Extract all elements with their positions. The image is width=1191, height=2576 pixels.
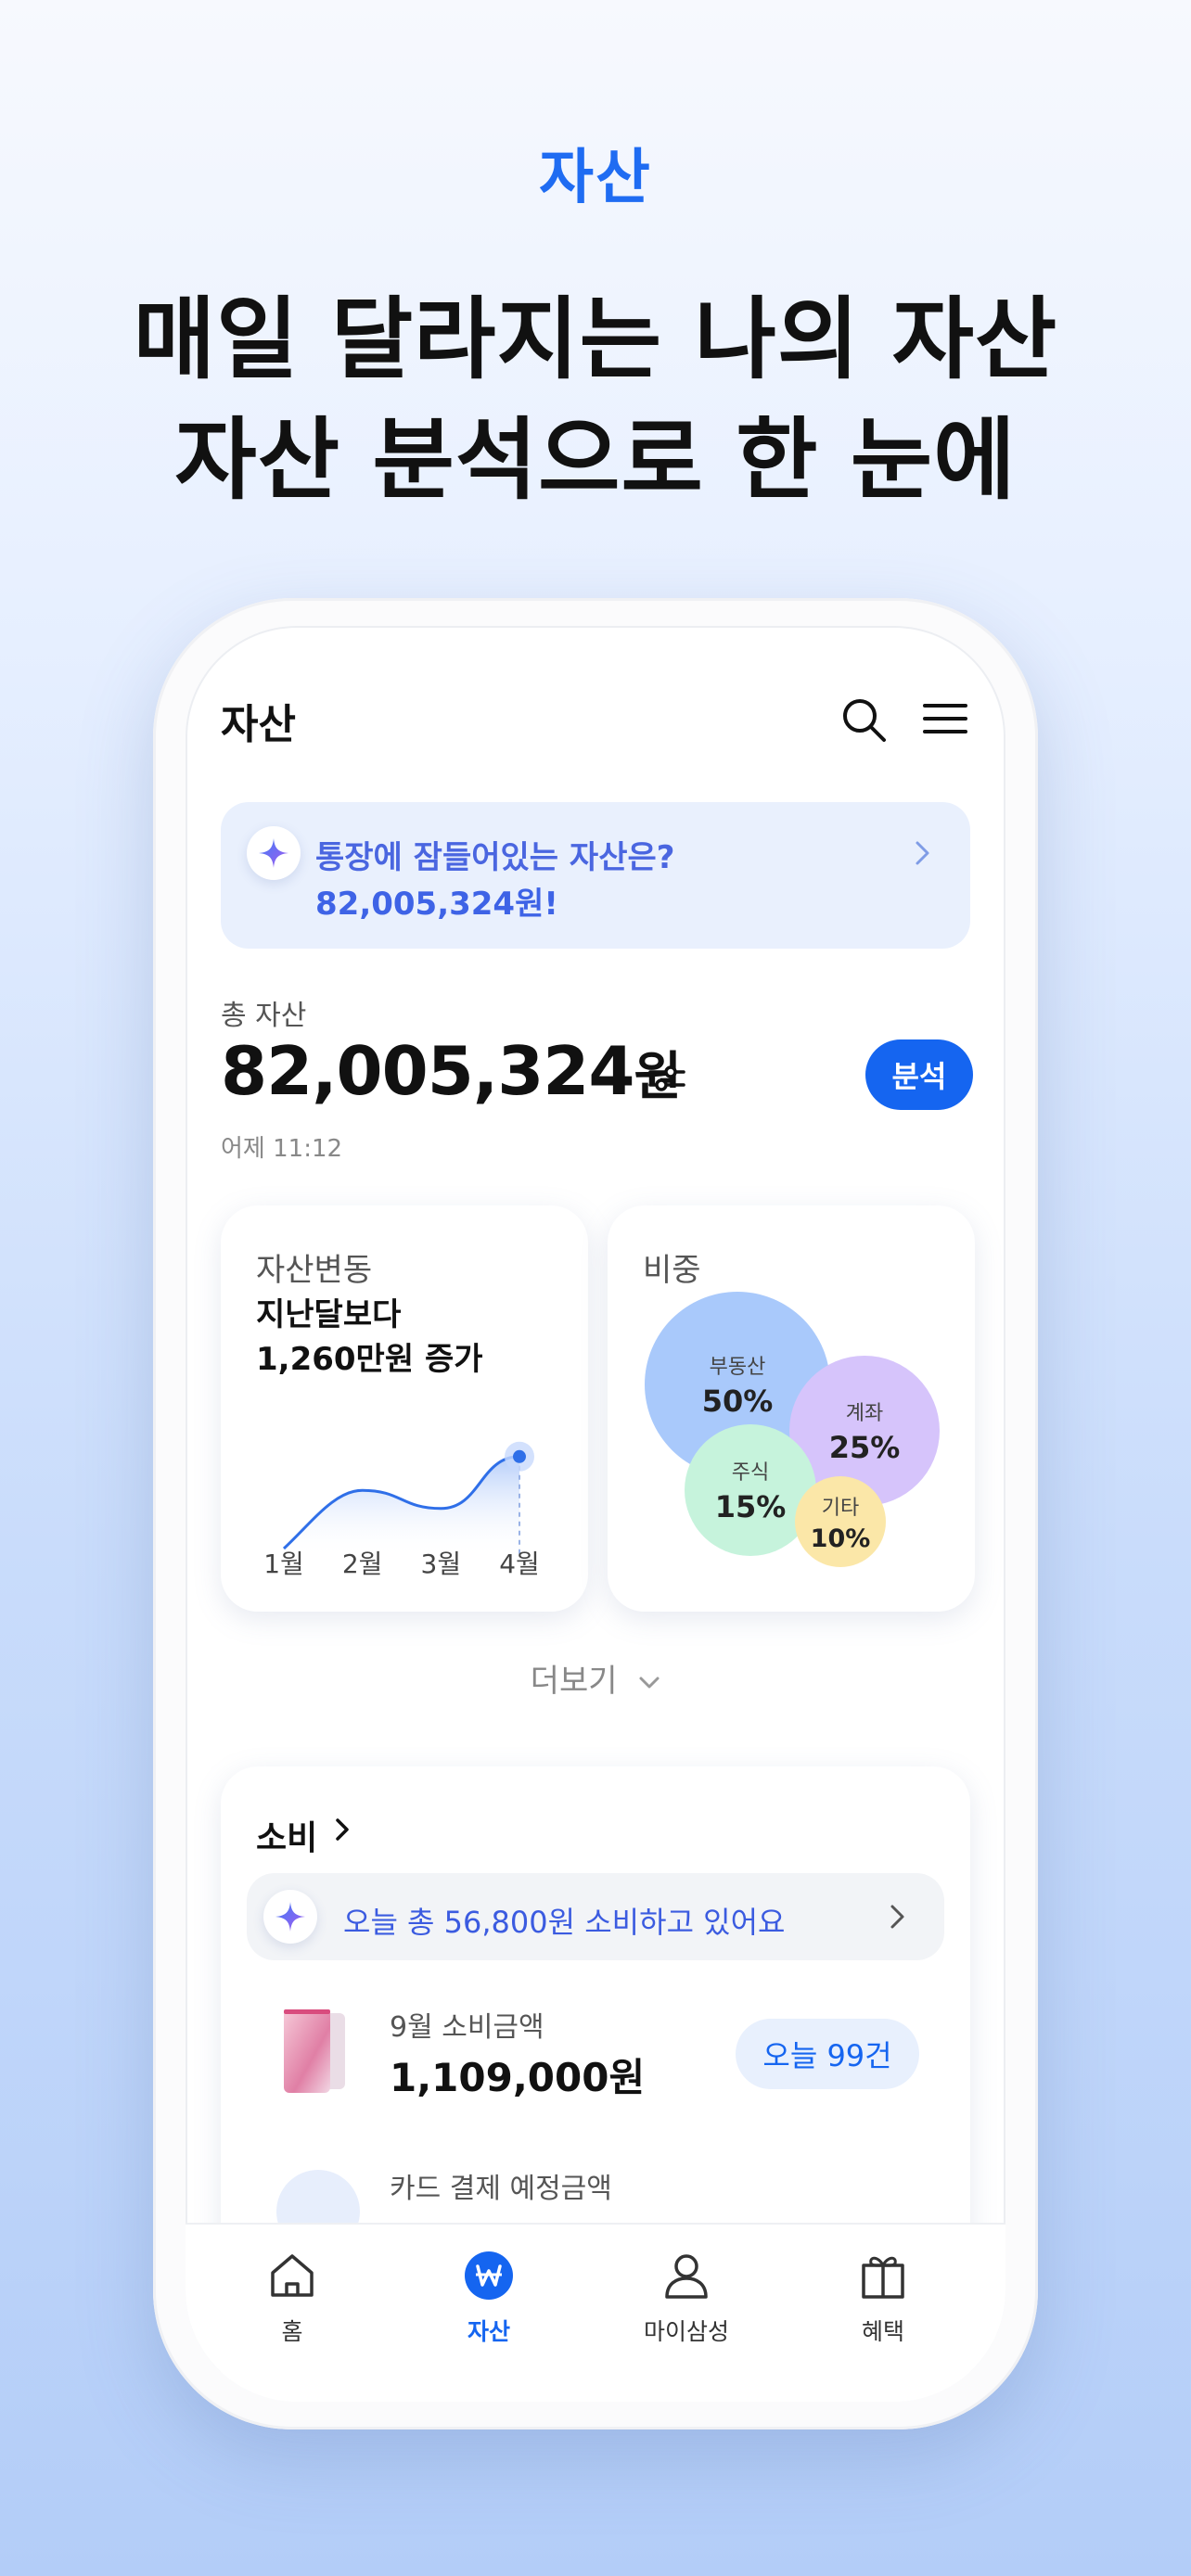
chevron-right-icon <box>890 1905 904 1929</box>
bubble-percent: 50% <box>701 1384 774 1419</box>
person-icon <box>665 2254 708 2299</box>
spending-ai-banner[interactable]: 오늘 총 56,800원 소비하고 있어요 <box>247 1873 944 1960</box>
asset-weight-card[interactable]: 비중 부동산 50% 계좌 25% 주식 15% 기타 10% <box>608 1205 975 1612</box>
month-spend-label: 9월 소비금액 <box>390 2011 544 2044</box>
total-amount-value: 82,005,324 <box>221 1032 634 1110</box>
bubble-other: 기타 10% <box>795 1476 886 1567</box>
ai-banner-amount: 82,005,324원! <box>315 886 558 923</box>
chart-x-tick-label: 3월 <box>420 1549 462 1579</box>
page-title: 자산 <box>221 701 296 748</box>
spending-banner-text: 오늘 총 56,800원 소비하고 있어요 <box>343 1905 786 1940</box>
filter-sliders-icon[interactable] <box>647 1058 687 1099</box>
tab-benefits[interactable]: 혜택 <box>818 2251 948 2347</box>
bubble-label: 주식 <box>731 1461 770 1485</box>
asset-change-card[interactable]: 자산변동 지난달보다 1,260만원 증가 1월 2월 3월 4월 <box>221 1205 588 1612</box>
chart-x-tick-label: 2월 <box>341 1549 383 1579</box>
chart-point <box>513 1449 526 1463</box>
total-assets-label: 총 자산 <box>221 1000 307 1032</box>
won-icon <box>465 2251 513 2300</box>
home-icon <box>271 2254 314 2297</box>
tab-label: 마이삼성 <box>643 2318 729 2345</box>
card-payment-label: 카드 결제 예정금액 <box>390 2173 612 2205</box>
today-count-pill[interactable]: 오늘 99건 <box>736 2019 919 2089</box>
chart-area-fill <box>284 1456 519 1558</box>
ai-banner-question: 통장에 잠들어있는 자산은? <box>315 839 675 876</box>
tab-my-samsung[interactable]: 마이삼성 <box>621 2251 751 2347</box>
gift-icon <box>862 2256 904 2299</box>
tab-label: 혜택 <box>861 2318 904 2345</box>
promo-tag: 자산 <box>539 144 652 212</box>
chevron-right-icon[interactable] <box>334 1817 351 1843</box>
tab-label: 홈 <box>281 2318 303 2345</box>
bubble-label: 계좌 <box>845 1402 884 1425</box>
more-label: 더보기 <box>530 1663 618 1700</box>
hamburger-menu-icon[interactable] <box>923 700 967 737</box>
updated-timestamp: 어제 11:12 <box>221 1135 343 1163</box>
chevron-down-icon <box>639 1677 660 1688</box>
spending-title[interactable]: 소비 <box>256 1811 317 1859</box>
app-screen: 자산 통장에 잠들어있는 자산은? 82,005,324원! 총 자산 82,0… <box>186 626 1005 2402</box>
search-icon[interactable] <box>839 695 888 744</box>
sparkle-icon <box>263 1890 317 1944</box>
asset-weight-title: 비중 <box>643 1252 701 1289</box>
more-button[interactable]: 더보기 <box>186 1655 1005 1701</box>
bubble-percent: 10% <box>810 1524 871 1553</box>
bubble-percent: 25% <box>828 1430 901 1465</box>
chart-x-tick-label: 4월 <box>499 1549 540 1579</box>
analyze-button[interactable]: 분석 <box>865 1039 973 1110</box>
promo-headline-line1: 매일 달라지는 나의 자산 <box>133 287 1058 391</box>
tab-assets[interactable]: 자산 <box>424 2251 554 2347</box>
tab-home[interactable]: 홈 <box>227 2251 357 2347</box>
bubble-label: 부동산 <box>709 1356 766 1379</box>
bubble-percent: 15% <box>714 1489 787 1524</box>
total-assets-amount: 82,005,324원 <box>221 1032 682 1110</box>
chart-x-tick-label: 1월 <box>263 1549 304 1579</box>
chevron-right-icon <box>916 841 929 865</box>
promo-headline-line2: 자산 분석으로 한 눈에 <box>174 408 1017 512</box>
bottom-tab-bar: 홈 자산 마이삼성 혜택 <box>186 2223 1005 2402</box>
bubble-label: 기타 <box>821 1496 860 1520</box>
ai-insight-banner[interactable]: 통장에 잠들어있는 자산은? 82,005,324원! <box>221 802 970 949</box>
sparkle-icon <box>247 826 301 880</box>
tab-label: 자산 <box>467 2318 510 2345</box>
month-spend-amount: 1,109,000원 <box>390 2055 646 2100</box>
credit-card-thumbnail <box>284 2009 345 2093</box>
